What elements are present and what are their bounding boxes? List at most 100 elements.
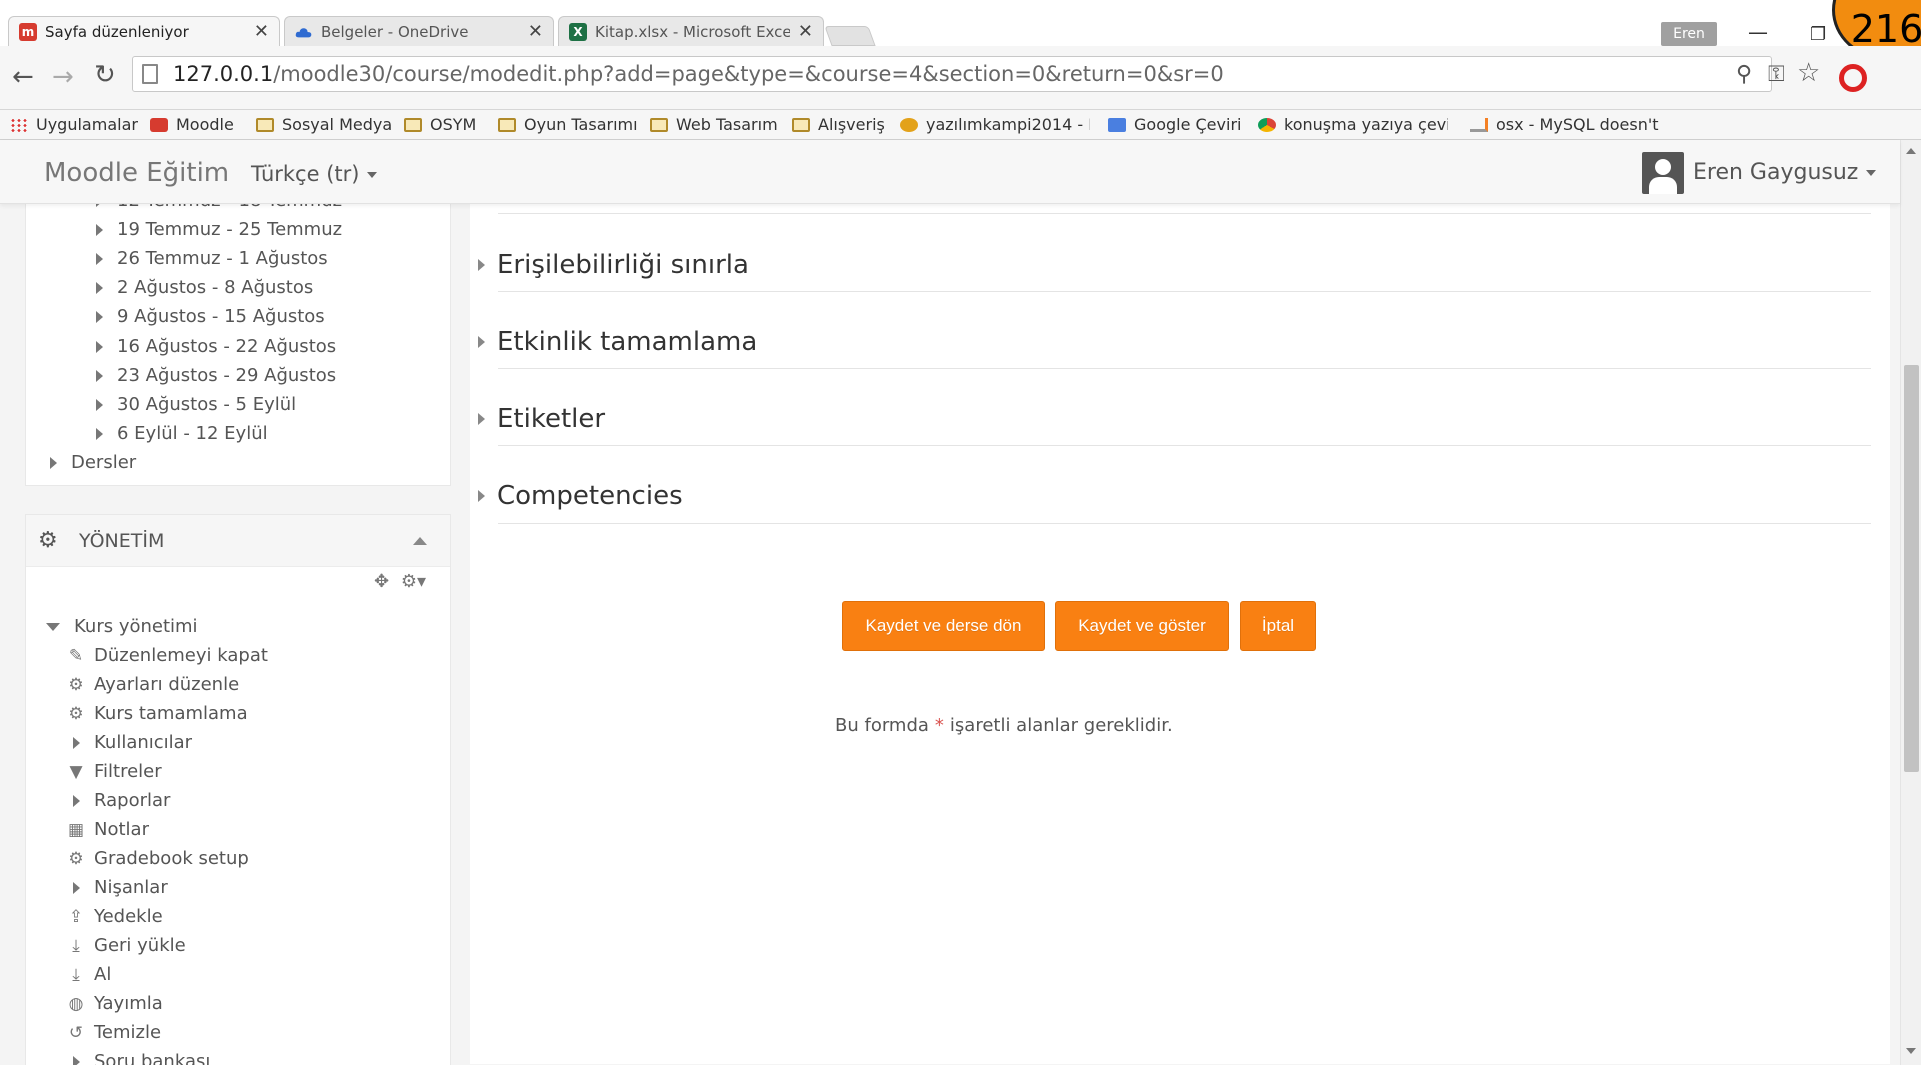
back-arrow-icon[interactable]: ← — [12, 62, 34, 92]
reload-icon[interactable]: ↻ — [94, 60, 116, 90]
key-icon[interactable]: ⚿ — [1768, 62, 1785, 87]
section-tags[interactable]: Etiketler — [478, 404, 605, 434]
bookmark-google-ceviri[interactable]: Google Çeviri — [1108, 115, 1241, 134]
collapse-arrow-icon[interactable] — [413, 537, 427, 545]
download-icon: ⤓ — [72, 964, 80, 985]
bookmark-moodle[interactable]: Moodle — [150, 115, 234, 134]
week-item[interactable]: 23 Ağustos - 29 Ağustos — [96, 365, 336, 386]
page-scrollbar[interactable] — [1900, 140, 1921, 1065]
tab-onedrive[interactable]: Belgeler - OneDrive ✕ — [284, 16, 554, 46]
admin-item-kurs-tamamlama[interactable]: ⚙ Kurs tamamlama — [66, 703, 248, 724]
url-path: /moodle30/course/modedit.php?add=page&ty… — [273, 62, 1224, 86]
bookmark-yazilimkampi[interactable]: yazılımkampi2014 - Pe — [900, 115, 1090, 134]
section-title: Erişilebilirliği sınırla — [497, 250, 749, 280]
admin-item-yedekle[interactable]: ⇪ Yedekle — [66, 906, 163, 927]
bookmark-label: Google Çeviri — [1134, 115, 1242, 134]
excel-icon: X — [569, 22, 587, 41]
week-item[interactable]: 26 Temmuz - 1 Ağustos — [96, 248, 328, 269]
new-tab-button[interactable] — [824, 26, 876, 46]
scroll-down-icon[interactable] — [1906, 1048, 1916, 1054]
admin-item-ayarlari-duzenle[interactable]: ⚙ Ayarları düzenle — [66, 674, 239, 695]
administration-header[interactable]: ⚙ YÖNETİM — [26, 515, 450, 567]
week-label: 9 Ağustos - 15 Ağustos — [117, 306, 325, 327]
cancel-button[interactable]: İptal — [1240, 601, 1316, 651]
admin-item-geri-yukle[interactable]: ⤓ Geri yükle — [66, 935, 185, 956]
restore-icon[interactable]: ❐ — [1810, 24, 1826, 45]
user-menu[interactable]: Eren Gaygusuz — [1693, 160, 1877, 185]
globe-icon: ◍ — [68, 993, 84, 1014]
bookmark-konusma[interactable]: konuşma yazıya çevirm — [1258, 115, 1448, 134]
section-activity-completion[interactable]: Etkinlik tamamlama — [478, 327, 757, 357]
bookmark-osym[interactable]: OSYM — [404, 115, 476, 134]
expand-arrow-icon — [96, 369, 103, 382]
bookmark-alisveris[interactable]: Alışveriş — [792, 115, 885, 134]
admin-item-label: Düzenlemeyi kapat — [94, 645, 268, 666]
admin-item-label: Kurs tamamlama — [94, 703, 248, 724]
admin-item-filtreler[interactable]: ▼ Filtreler — [66, 761, 161, 782]
move-icon[interactable]: ✥ — [374, 571, 389, 592]
apps-grid-icon — [10, 117, 28, 132]
week-item[interactable]: 16 Ağustos - 22 Ağustos — [96, 336, 336, 357]
section-restrict-access[interactable]: Erişilebilirliği sınırla — [478, 250, 749, 280]
courses-item[interactable]: Dersler — [50, 452, 136, 473]
close-tab-icon[interactable]: ✕ — [798, 21, 813, 42]
tab-excel[interactable]: X Kitap.xlsx - Microsoft Exce ✕ — [558, 16, 824, 46]
bookmark-oyun-tasarimi[interactable]: Oyun Tasarımı — [498, 115, 638, 134]
tab-sayfa-duzenleniyor[interactable]: m Sayfa düzenleniyor ✕ — [8, 16, 280, 46]
admin-item-temizle[interactable]: ↺ Temizle — [66, 1022, 161, 1043]
administration-block: ⚙ YÖNETİM ✥ ⚙▾ Kurs yönetimi ✎ Düzenlemey… — [25, 514, 451, 1074]
week-item[interactable]: 19 Temmuz - 25 Temmuz — [96, 219, 342, 240]
site-brand[interactable]: Moodle Eğitim — [44, 158, 229, 188]
section-competencies[interactable]: Competencies — [478, 481, 683, 511]
admin-item-yayimla[interactable]: ◍ Yayımla — [66, 993, 163, 1014]
week-item[interactable]: 2 Ağustos - 8 Ağustos — [96, 277, 313, 298]
tab-label: Kitap.xlsx - Microsoft Exce — [595, 22, 790, 41]
admin-item-duzenlemeyi-kapat[interactable]: ✎ Düzenlemeyi kapat — [66, 645, 268, 666]
course-admin-item[interactable]: Kurs yönetimi — [46, 616, 198, 637]
save-and-display-button[interactable]: Kaydet ve göster — [1055, 601, 1229, 651]
bookmark-web-tasarim[interactable]: Web Tasarım — [650, 115, 778, 134]
moodle-icon: m — [19, 22, 37, 41]
folder-icon — [792, 117, 810, 132]
forward-arrow-icon[interactable]: → — [52, 62, 74, 92]
bookmark-sosyal-medya[interactable]: Sosyal Medya — [256, 115, 392, 134]
minimize-icon[interactable]: — — [1748, 20, 1768, 44]
gear-icon: ⚙ — [68, 674, 84, 695]
block-settings-icon[interactable]: ⚙▾ — [401, 571, 426, 592]
admin-item-notlar[interactable]: ▦ Notlar — [66, 819, 149, 840]
week-item[interactable]: 9 Ağustos - 15 Ağustos — [96, 306, 325, 327]
admin-item-al[interactable]: ⤓ Al — [66, 964, 111, 985]
scrollbar-thumb[interactable] — [1904, 365, 1919, 772]
avatar[interactable] — [1642, 152, 1684, 194]
required-fields-note: Bu formda * işaretli alanlar gereklidir. — [835, 715, 1173, 736]
moodle-navbar: Moodle Eğitim Türkçe ‎(tr)‎ Eren Gaygusu… — [0, 140, 1900, 204]
window-user-badge[interactable]: Eren — [1661, 22, 1717, 46]
language-menu[interactable]: Türkçe ‎(tr)‎ — [251, 162, 378, 186]
onedrive-icon — [295, 23, 313, 41]
zoom-icon[interactable]: ⚲ — [1736, 62, 1752, 87]
collapse-arrow-icon — [46, 622, 60, 631]
week-item[interactable]: 30 Ağustos - 5 Eylül — [96, 394, 296, 415]
expand-arrow-icon — [96, 310, 103, 323]
browser-tab-bar: m Sayfa düzenleniyor ✕ Belgeler - OneDri… — [0, 0, 1921, 60]
folder-icon — [256, 117, 274, 132]
gear-icon: ⚙ — [68, 848, 84, 869]
bookmark-label: OSYM — [430, 115, 477, 134]
folder-icon — [404, 117, 422, 132]
filter-icon: ▼ — [69, 761, 83, 782]
star-icon[interactable]: ☆ — [1797, 58, 1820, 88]
close-tab-icon[interactable]: ✕ — [254, 21, 269, 42]
bookmark-mysql[interactable]: osx - MySQL doesn't s — [1470, 115, 1660, 134]
opera-icon[interactable] — [1839, 64, 1867, 92]
bookmark-apps[interactable]: Uygulamalar — [10, 115, 138, 134]
close-tab-icon[interactable]: ✕ — [528, 21, 543, 42]
admin-item-kullanicilar[interactable]: Kullanıcılar — [66, 732, 192, 753]
save-and-return-button[interactable]: Kaydet ve derse dön — [842, 601, 1045, 651]
admin-item-nisanlar[interactable]: Nişanlar — [66, 877, 168, 898]
week-item[interactable]: 6 Eylül - 12 Eylül — [96, 423, 268, 444]
admin-item-raporlar[interactable]: Raporlar — [66, 790, 170, 811]
bookmark-label: konuşma yazıya çevirm — [1284, 115, 1448, 134]
admin-item-gradebook-setup[interactable]: ⚙ Gradebook setup — [66, 848, 248, 869]
address-bar[interactable]: 127.0.0.1/moodle30/course/modedit.php?ad… — [132, 56, 1772, 92]
scroll-up-icon[interactable] — [1906, 148, 1916, 154]
